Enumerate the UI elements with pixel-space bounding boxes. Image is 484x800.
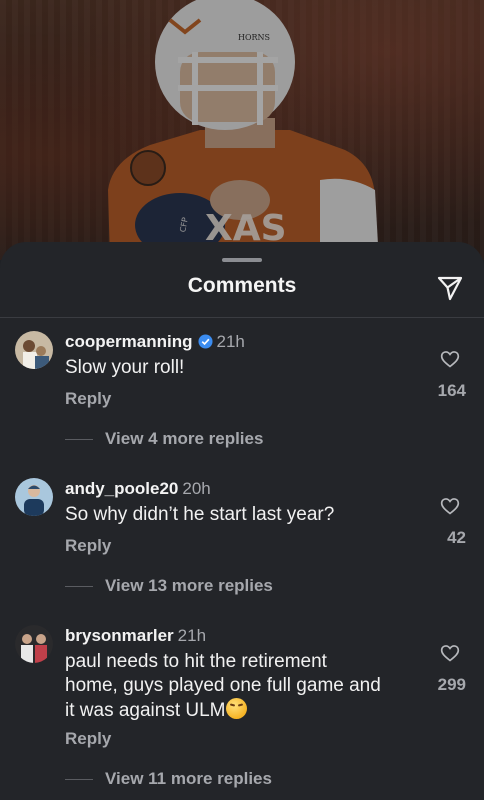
sheet-title: Comments [187,274,297,297]
heart-icon[interactable] [440,643,460,663]
username[interactable]: brysonmarler [65,626,174,645]
view-more-replies-label: View 11 more replies [105,769,272,788]
reply-button[interactable]: Reply [65,729,111,749]
like-count: 42 [447,528,466,547]
post-background-photo: HORNS CFP XAS [0,0,484,260]
comment-text-segment: it was against ULM [65,700,226,721]
view-more-replies[interactable]: View 4 more replies [65,429,263,449]
comment-text-line: it was against ULM [65,698,420,723]
avatar[interactable] [15,478,53,516]
comment-text-line: home, guys played one full game and [65,675,381,696]
view-more-replies-label: View 4 more replies [105,429,264,448]
comment-time: 21h [177,626,207,645]
avatar[interactable] [15,331,53,369]
reply-button[interactable]: Reply [65,536,111,556]
header-divider [0,317,484,318]
heart-icon[interactable] [440,496,460,516]
heart-icon[interactable] [440,349,460,369]
username[interactable]: andy_poole20 [65,479,178,498]
like-count: 164 [437,381,466,400]
loudly-crying-face-icon [225,698,247,719]
send-icon[interactable] [436,274,464,302]
comment-text-line: paul needs to hit the retirement [65,651,327,672]
comment-text: Slow your roll! [65,357,185,378]
view-more-replies-label: View 13 more replies [105,576,273,595]
comment-text: paul needs to hit the retirement home, g… [65,650,420,723]
comment-time: 20h [182,479,211,498]
comment-text: So why didn’t he start last year? [65,504,335,525]
reply-button[interactable]: Reply [65,389,111,409]
like-count: 299 [437,675,466,694]
username[interactable]: coopermanning [65,332,193,351]
photo-dim-overlay [0,0,484,260]
comment-time: 21h [216,332,245,351]
view-more-replies[interactable]: View 13 more replies [65,576,273,596]
view-more-replies[interactable]: View 11 more replies [65,769,272,789]
comments-sheet: Comments coopermanning 21h Slow your roll… [0,242,484,800]
verified-badge-icon [197,334,213,349]
sheet-drag-handle[interactable] [222,258,262,262]
avatar[interactable] [15,625,53,663]
